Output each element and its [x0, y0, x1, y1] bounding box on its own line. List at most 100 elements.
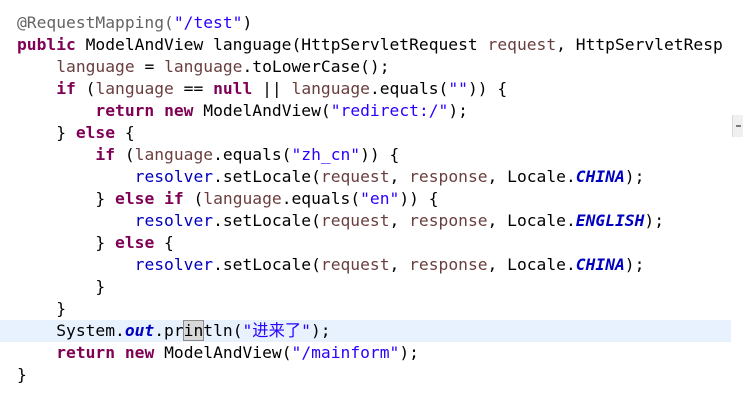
code-token: "en" — [360, 189, 400, 208]
code-token: ) — [242, 13, 253, 32]
code-token: ( — [75, 79, 96, 98]
code-token: resolver — [134, 167, 214, 186]
code-token: language — [56, 57, 135, 76]
code-token: out — [124, 321, 155, 340]
code-line[interactable]: resolver.setLocale(request, response, Lo… — [17, 210, 664, 232]
code-token: language — [95, 79, 174, 98]
code-token: new — [164, 101, 194, 120]
code-token: "进来了" — [242, 321, 311, 340]
code-token: .equals( — [369, 79, 449, 98]
code-line[interactable]: } — [17, 276, 105, 298]
code-token: "/test" — [173, 13, 243, 32]
code-line[interactable]: } else if (language.equals("en")) { — [17, 188, 439, 210]
code-token: ModelAndView language(HttpServletRequest — [75, 35, 488, 54]
code-token: language — [134, 145, 214, 164]
code-token: { — [115, 123, 135, 142]
code-token: public — [17, 35, 76, 54]
code-token: ( — [115, 145, 135, 164]
code-token: .pr — [154, 321, 184, 340]
code-token: in — [182, 320, 205, 341]
code-token: } — [17, 277, 106, 296]
code-token: "/mainform" — [291, 343, 400, 362]
vertical-scrollbar[interactable] — [731, 0, 743, 405]
code-line[interactable]: } — [17, 364, 27, 386]
code-token: null — [213, 79, 253, 98]
code-line[interactable]: if (language.equals("zh_cn")) { — [17, 144, 399, 166]
code-token: CHINA — [575, 255, 625, 274]
code-token: new — [124, 343, 155, 362]
code-token: CHINA — [575, 167, 625, 186]
code-token: ModelAndView( — [154, 343, 292, 362]
code-token: , HttpServletResp — [556, 35, 723, 54]
code-token: System. — [17, 321, 125, 340]
code-token: language — [203, 189, 282, 208]
code-token: , Locale. — [487, 255, 576, 274]
code-token: ); — [624, 167, 645, 186]
code-token: } — [17, 123, 76, 142]
code-token: , Locale. — [487, 211, 576, 230]
code-token: } — [17, 365, 27, 384]
code-token: request — [487, 35, 557, 54]
code-token: resolver — [134, 211, 214, 230]
overview-ruler-marker[interactable] — [732, 115, 743, 137]
code-line[interactable]: resolver.setLocale(request, response, Lo… — [17, 166, 645, 188]
code-token: @RequestMapping( — [17, 13, 174, 32]
code-token: "redirect:/" — [330, 101, 449, 120]
code-token: resolver — [134, 255, 214, 274]
code-line[interactable]: return new ModelAndView("redirect:/"); — [17, 100, 468, 122]
code-token: .setLocale( — [213, 211, 321, 230]
code-token: ModelAndView( — [193, 101, 331, 120]
code-token: language — [164, 57, 243, 76]
code-token: == — [173, 79, 214, 98]
code-token: language — [291, 79, 370, 98]
code-line[interactable]: public ModelAndView language(HttpServlet… — [17, 34, 723, 56]
code-token: ); — [624, 255, 645, 274]
code-token: .setLocale( — [213, 255, 321, 274]
code-editor[interactable]: @RequestMapping("/test") public ModelAndV… — [0, 0, 743, 405]
code-line[interactable]: @RequestMapping("/test") — [17, 12, 252, 34]
code-line[interactable]: return new ModelAndView("/mainform"); — [17, 342, 419, 364]
code-token: "" — [448, 79, 468, 98]
code-token: request — [320, 255, 390, 274]
code-token: if — [164, 189, 184, 208]
code-token: tln( — [203, 321, 243, 340]
code-token: .setLocale( — [213, 167, 321, 186]
code-token: return — [56, 343, 116, 362]
code-token: if — [95, 145, 116, 164]
code-token: request — [320, 211, 390, 230]
code-token: , — [389, 255, 410, 274]
code-line[interactable]: } else { — [17, 232, 174, 254]
code-token: else — [75, 123, 116, 142]
code-token: ); — [310, 321, 331, 340]
code-line[interactable]: if (language == null || language.equals(… — [17, 78, 507, 100]
code-token: .equals( — [213, 145, 292, 164]
code-token: } — [17, 299, 67, 318]
code-token: } — [17, 233, 116, 252]
code-token: = — [134, 57, 165, 76]
code-token: if — [56, 79, 76, 98]
code-token: return — [95, 101, 155, 120]
code-token: else — [115, 233, 155, 252]
code-line[interactable]: resolver.setLocale(request, response, Lo… — [17, 254, 645, 276]
code-line[interactable]: } — [17, 298, 66, 320]
code-token: response — [409, 255, 488, 274]
code-token: ); — [399, 343, 419, 362]
code-token: )) { — [399, 189, 439, 208]
code-line[interactable]: System.out.println("进来了"); — [17, 320, 331, 342]
code-token: { — [154, 233, 174, 252]
code-line[interactable]: language = language.toLowerCase(); — [17, 56, 389, 78]
code-token: ); — [448, 101, 468, 120]
code-token: )) { — [467, 79, 508, 98]
code-line[interactable]: } else { — [17, 122, 135, 144]
code-token: )) { — [360, 145, 400, 164]
